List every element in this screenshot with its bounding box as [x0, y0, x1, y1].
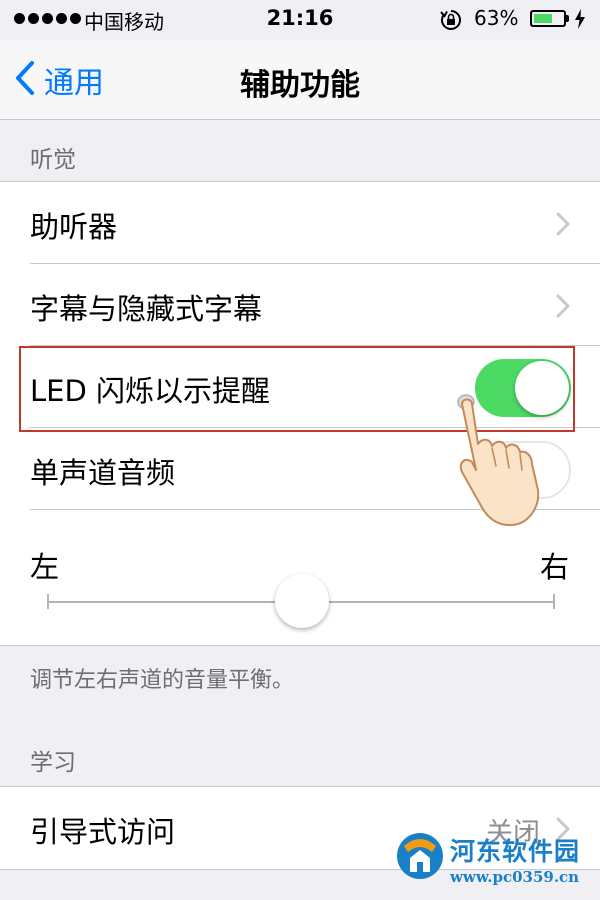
row-label: LED 闪烁以示提醒: [30, 374, 271, 408]
watermark-url: www.pc0359.cn: [450, 868, 580, 886]
battery-percent: 63%: [474, 6, 519, 30]
status-bar: 中国移动 21:16 63%: [0, 0, 600, 40]
balance-left-label: 左: [30, 550, 60, 584]
balance-right-label: 右: [540, 550, 570, 584]
navigation-bar: 通用 辅助功能: [0, 40, 600, 120]
row-label: 助听器: [30, 210, 118, 244]
rotation-lock-icon: [440, 9, 462, 35]
row-subtitles-captioning[interactable]: 字幕与隐藏式字幕: [0, 264, 600, 346]
chevron-left-icon: [14, 60, 36, 100]
row-hearing-aids[interactable]: 助听器: [0, 182, 600, 264]
carrier-name: 中国移动: [84, 10, 164, 34]
section-header-learning: 学习: [30, 750, 76, 776]
watermark-title: 河东软件园: [450, 837, 581, 866]
row-label: 单声道音频: [30, 456, 176, 490]
section-header-hearing: 听觉: [30, 147, 76, 173]
battery-icon: [530, 10, 566, 27]
back-button-label: 通用: [44, 66, 104, 101]
slider-tick-left: [47, 594, 49, 609]
back-button[interactable]: 通用: [14, 58, 104, 102]
charging-bolt-icon: [574, 9, 586, 33]
battery-level-fill: [534, 14, 552, 23]
slider-tick-right: [553, 594, 555, 609]
watermark-logo-icon: [394, 828, 446, 888]
tap-hand-icon: [452, 392, 552, 532]
chevron-right-icon: [556, 212, 570, 240]
watermark: 河东软件园 www.pc0359.cn: [392, 826, 600, 900]
row-label: 字幕与隐藏式字幕: [30, 292, 263, 326]
battery-nub: [566, 15, 569, 22]
signal-strength-icon: [14, 13, 81, 24]
chevron-right-icon: [556, 294, 570, 322]
balance-footer-note: 调节左右声道的音量平衡。: [30, 668, 295, 693]
row-label: 引导式访问: [30, 815, 176, 849]
balance-slider-thumb[interactable]: [275, 574, 329, 628]
